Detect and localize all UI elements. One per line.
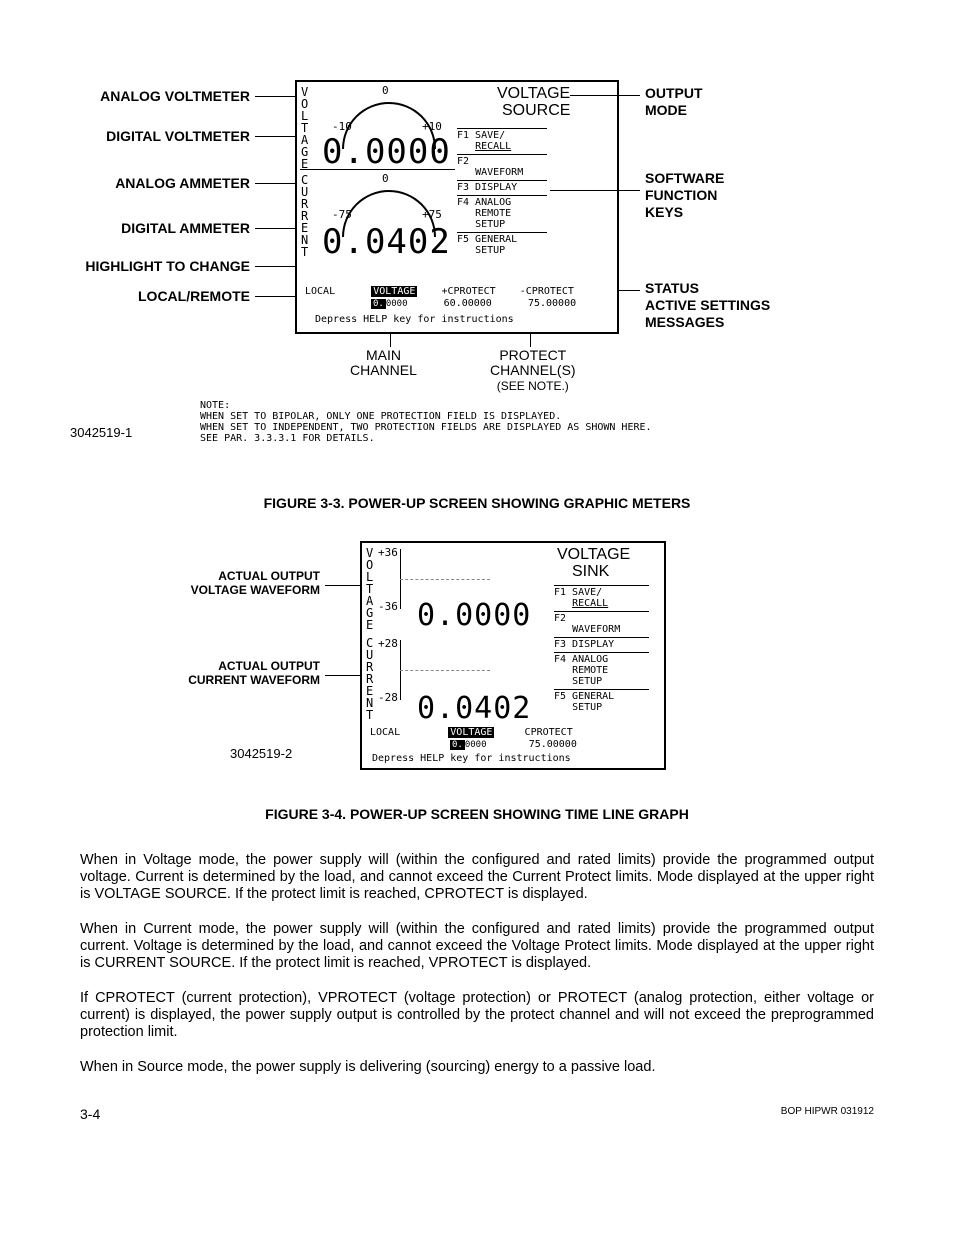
note-block: NOTE: WHEN SET TO BIPOLAR, ONLY ONE PROT…: [200, 400, 652, 444]
status-cprot-p: +CPROTECT: [441, 286, 495, 297]
lbl-software-keys: SOFTWAREFUNCTIONKEYS: [645, 170, 724, 221]
page-number: 3-4: [80, 1106, 100, 1122]
lbl-volt-waveform: ACTUAL OUTPUTVOLTAGE WAVEFORM: [160, 569, 320, 597]
status-cprot-n: -CPROTECT: [520, 286, 574, 297]
mode-source: SOURCE: [502, 102, 570, 120]
fkeys: F1 SAVE/ RECALL F2 WAVEFORM F3 DISPLAY F…: [457, 128, 547, 258]
figure-3-3-caption: FIGURE 3-3. POWER-UP SCREEN SHOWING GRAP…: [70, 495, 884, 511]
volt-zero: 0: [382, 84, 389, 97]
status-voltage: VOLTAGE: [371, 286, 417, 297]
para-source-mode: When in Source mode, the power supply is…: [70, 1059, 884, 1076]
digital-a2: 0.0402: [417, 691, 531, 726]
cur-zero: 0: [382, 172, 389, 185]
lbl-analog-ammeter: ANALOG AMMETER: [70, 175, 250, 191]
mode-voltage: VOLTAGE: [497, 85, 570, 103]
para-protect: If CPROTECT (current protection), VPROTE…: [70, 990, 884, 1041]
lbl-main-channel: MAINCHANNEL: [350, 348, 417, 378]
lcd-panel-2: VOLTAGE CURRENT +36 -36 +28 -28 0.0000 0…: [360, 541, 666, 770]
digital-v2: 0.0000: [417, 598, 531, 633]
cur-pos: +75: [422, 208, 442, 221]
vtext-voltage: VOLTAGE: [301, 86, 308, 170]
page-footer: 3-4 BOP HIPWR 031912: [70, 1106, 884, 1122]
cur-neg: -75: [332, 208, 352, 221]
figure-3-3: ANALOG VOLTMETER DIGITAL VOLTMETER ANALO…: [70, 80, 884, 470]
lbl-output-mode: OUTPUTMODE: [645, 85, 703, 119]
doc-num-1: 3042519-1: [70, 425, 132, 440]
status-local: LOCAL: [305, 286, 335, 297]
lbl-status: STATUSACTIVE SETTINGSMESSAGES: [645, 280, 770, 331]
digital-a: 0.0402: [322, 222, 451, 262]
lbl-highlight: HIGHLIGHT TO CHANGE: [40, 258, 250, 274]
lbl-digital-ammeter: DIGITAL AMMETER: [70, 220, 250, 236]
doc-num-2: 3042519-2: [230, 746, 292, 761]
para-voltage-mode: When in Voltage mode, the power supply w…: [70, 852, 884, 903]
lbl-cur-waveform: ACTUAL OUTPUTCURRENT WAVEFORM: [160, 659, 320, 687]
lbl-local-remote: LOCAL/REMOTE: [70, 288, 250, 304]
help-msg: Depress HELP key for instructions: [315, 314, 514, 325]
figure-3-4: ACTUAL OUTPUTVOLTAGE WAVEFORM ACTUAL OUT…: [170, 541, 884, 781]
lbl-analog-voltmeter: ANALOG VOLTMETER: [70, 88, 250, 104]
digital-v: 0.0000: [322, 132, 451, 172]
figure-3-4-caption: FIGURE 3-4. POWER-UP SCREEN SHOWING TIME…: [70, 806, 884, 822]
vtext-current: CURRENT: [301, 174, 308, 258]
lbl-digital-voltmeter: DIGITAL VOLTMETER: [70, 128, 250, 144]
lbl-protect-channel: PROTECTCHANNEL(S)(SEE NOTE.): [490, 348, 576, 394]
lcd-panel-1: VOLTAGE CURRENT 0 -10 +10 0.0000 0 -75 +…: [295, 80, 619, 334]
status-row: LOCAL VOLTAGE +CPROTECT -CPROTECT: [305, 286, 615, 297]
para-current-mode: When in Current mode, the power supply w…: [70, 921, 884, 972]
doc-id: BOP HIPWR 031912: [781, 1106, 874, 1122]
fkeys2: F1 SAVE/ RECALL F2 WAVEFORM F3 DISPLAY F…: [554, 585, 649, 715]
